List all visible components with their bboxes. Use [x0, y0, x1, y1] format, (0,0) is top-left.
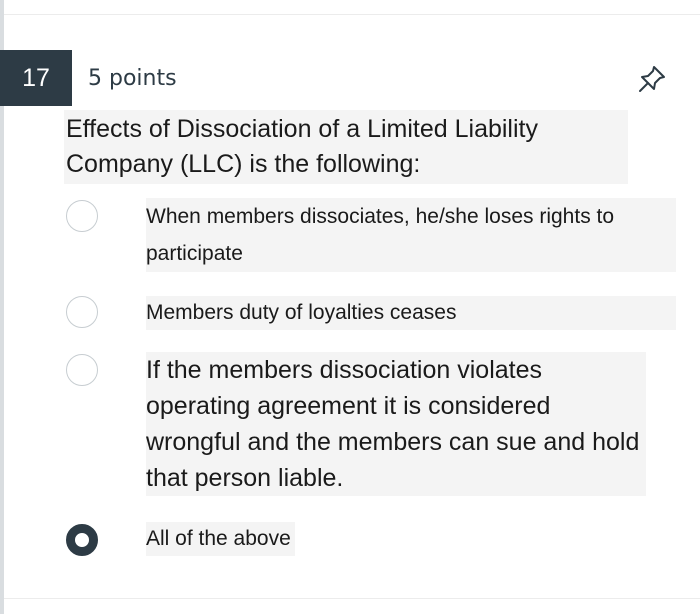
- answer-option-3[interactable]: If the members dissociation violates ope…: [66, 352, 676, 502]
- top-divider: [4, 14, 700, 15]
- question-number-badge: 17: [0, 50, 72, 106]
- answer-label: Members duty of loyalties ceases: [146, 296, 676, 330]
- question-points: 5 points: [88, 66, 177, 91]
- answer-option-2[interactable]: Members duty of loyalties ceases: [66, 296, 676, 332]
- radio-button[interactable]: [66, 354, 98, 386]
- answer-label: All of the above: [146, 522, 295, 556]
- answer-label: When members dissociates, he/she loses r…: [146, 198, 676, 272]
- bottom-divider: [4, 598, 700, 599]
- radio-button[interactable]: [66, 200, 98, 232]
- radio-button-selected[interactable]: [66, 524, 98, 556]
- radio-button[interactable]: [66, 296, 98, 328]
- answer-option-4[interactable]: All of the above: [66, 522, 676, 558]
- answer-label: If the members dissociation violates ope…: [146, 352, 646, 496]
- pin-icon[interactable]: [634, 61, 670, 97]
- question-text: Effects of Dissociation of a Limited Lia…: [66, 112, 626, 182]
- answer-option-1[interactable]: When members dissociates, he/she loses r…: [66, 198, 676, 278]
